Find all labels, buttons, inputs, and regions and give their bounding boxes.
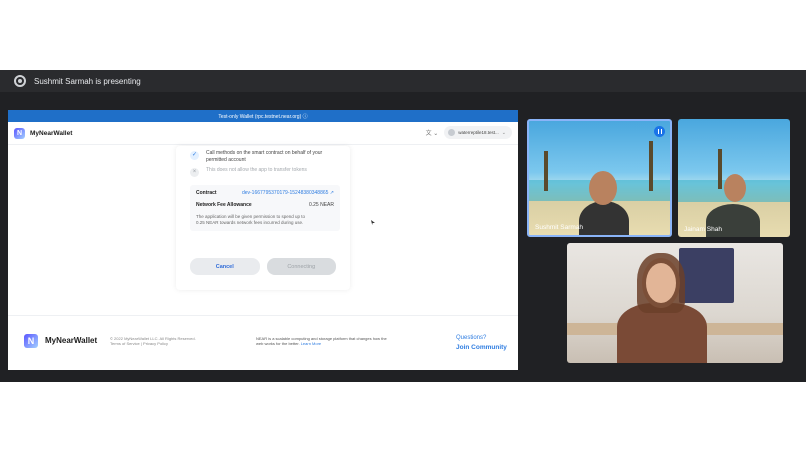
participant-name: Sushmit Sarmah <box>535 224 584 231</box>
desc-line2: web works for the better. <box>256 341 300 346</box>
fee-note-line: 0.25 NEAR towards network fees incurred … <box>196 220 304 225</box>
permission-item: ✓ Call methods on the smart contract on … <box>190 150 340 163</box>
participant-tile[interactable] <box>567 243 783 363</box>
participant-name: Jainam Shah <box>684 226 722 233</box>
cancel-button[interactable]: Cancel <box>190 258 260 275</box>
brand-name[interactable]: MyNearWallet <box>30 130 72 137</box>
permission-text: Call methods on the smart contract on be… <box>206 150 323 163</box>
footer-logo-icon: N <box>24 334 38 348</box>
wallet-header: N MyNearWallet 文 ⌄ waterreptile18.test..… <box>8 122 518 145</box>
mouse-cursor-icon <box>371 220 375 225</box>
join-community-link[interactable]: Join Community <box>456 344 507 351</box>
contract-label: Contract <box>196 190 217 196</box>
account-avatar-icon <box>448 129 456 136</box>
permission-item: × This does not allow the app to transfe… <box>190 167 340 177</box>
mynearwallet-logo-icon[interactable]: N <box>14 127 25 139</box>
shared-screen: Test-only Wallet (rpc.testnet.near.org) … <box>8 110 518 370</box>
participant-tile[interactable]: Sushmit Sarmah <box>527 119 672 237</box>
account-selector[interactable]: waterreptile18.test... ⌄ <box>444 126 512 139</box>
footer-links[interactable]: Terms of Service | Privacy Policy <box>110 341 196 346</box>
testnet-banner: Test-only Wallet (rpc.testnet.near.org) … <box>8 110 518 122</box>
account-name: waterreptile18.test... <box>458 130 499 135</box>
presentation-icon <box>14 75 26 87</box>
presenting-label: Sushmit Sarmah is presenting <box>34 76 141 86</box>
fee-label: Network Fee Allowance <box>196 202 252 208</box>
connect-button[interactable]: Connecting <box>266 258 336 275</box>
contract-details: Contract dev-1667795370179-1524838034886… <box>190 185 340 231</box>
connect-card: ✓ Call methods on the smart contract on … <box>176 146 350 290</box>
speaking-indicator-icon <box>654 126 665 137</box>
questions-label: Questions? <box>456 335 487 341</box>
footer-brand: MyNearWallet <box>45 336 98 345</box>
learn-more-link[interactable]: Learn More <box>301 341 321 346</box>
contract-link[interactable]: dev-1667795370179-15248380348865 ↗ <box>242 190 334 196</box>
wallet-footer: N MyNearWallet © 2022 MyNearWallet LLC. … <box>8 315 518 370</box>
check-icon: ✓ <box>190 151 199 160</box>
permission-text: This does not allow the app to transfer … <box>206 167 307 173</box>
presenting-bar: Sushmit Sarmah is presenting <box>0 70 806 92</box>
fee-value: 0.25 NEAR <box>308 202 334 208</box>
fee-note: The application will be given permission… <box>196 214 334 226</box>
footer-description: NEAR is a scalable computing and storage… <box>256 336 406 346</box>
participant-tile[interactable]: Jainam Shah <box>678 119 790 237</box>
footer-copyright: © 2022 MyNearWallet LLC. All Rights Rese… <box>110 336 196 346</box>
cross-icon: × <box>190 168 199 177</box>
language-selector[interactable]: 文 ⌄ <box>426 128 439 137</box>
chevron-down-icon: ⌄ <box>501 129 506 136</box>
meet-stage: Sushmit Sarmah is presenting Test-only W… <box>0 70 806 382</box>
